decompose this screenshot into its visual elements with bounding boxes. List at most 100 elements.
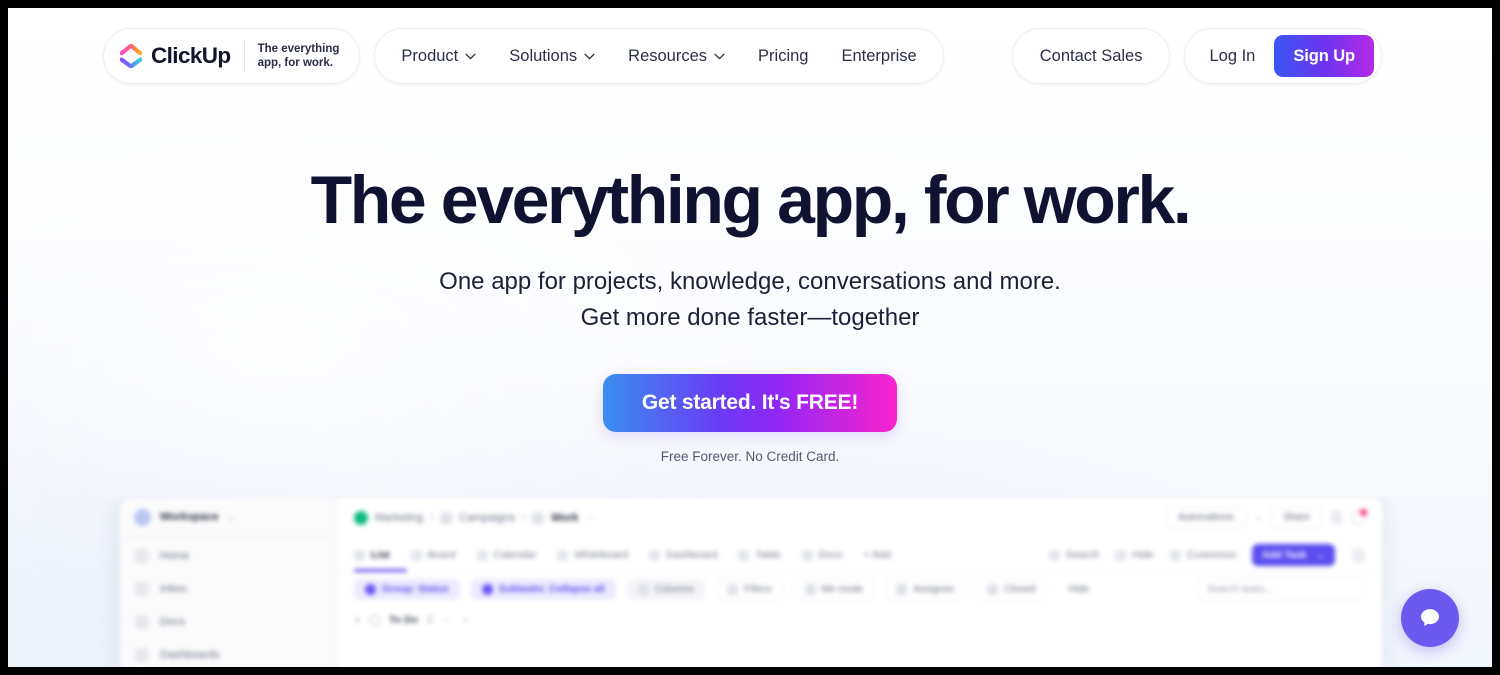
preview-sidebar-label: Docs — [160, 615, 186, 628]
preview-view-tabs: List Board Calendar Whiteboard Dashboard… — [338, 538, 1382, 572]
tab-docs[interactable]: Docs — [801, 549, 842, 561]
preview-sidebar-label: Inbox — [160, 582, 187, 595]
tab-board[interactable]: Board — [410, 549, 456, 561]
filter-closed[interactable]: Closed — [976, 578, 1047, 600]
share-label: Share — [1283, 512, 1310, 523]
preview-search-label: Search — [1065, 549, 1100, 561]
task-group-count: 2 — [426, 614, 433, 626]
hide-icon — [1115, 549, 1127, 561]
automations-button[interactable]: Automations — [1166, 507, 1246, 528]
contact-sales-button[interactable]: Contact Sales — [1011, 28, 1171, 84]
get-started-button[interactable]: Get started. It's FREE! — [602, 374, 898, 432]
filter-me-mode[interactable]: Me mode — [793, 578, 875, 600]
chevron-down-icon — [584, 53, 595, 59]
filter-me-mode-label: Me mode — [821, 583, 864, 595]
home-icon — [135, 548, 149, 563]
hero-cta-group: Get started. It's FREE! Free Forever. No… — [8, 374, 1492, 464]
task-group-more-icon[interactable]: ⋯ — [442, 614, 454, 626]
dashboards-icon — [135, 647, 149, 662]
chat-widget-button[interactable] — [1401, 589, 1459, 647]
tab-board-label: Board — [427, 549, 456, 561]
tab-add-view[interactable]: + Add — [863, 549, 890, 561]
logo-tagline-line2: app, for work. — [257, 57, 333, 69]
more-options-icon[interactable] — [1331, 511, 1342, 524]
filter-filters[interactable]: Filters — [716, 578, 783, 600]
log-in-link[interactable]: Log In — [1209, 47, 1255, 66]
tab-whiteboard[interactable]: Whiteboard — [557, 549, 628, 561]
preview-hide-button[interactable]: Hide — [1115, 549, 1154, 561]
primary-nav: Product Solutions Resources Pricing Ente… — [374, 28, 944, 84]
tab-dashboard[interactable]: Dashboard — [649, 549, 717, 561]
subtasks-icon — [481, 583, 493, 595]
breadcrumb-item-marketing[interactable]: Marketing — [375, 512, 423, 524]
docs-view-icon — [801, 549, 813, 561]
filter-assignee[interactable]: Assignee — [885, 578, 966, 600]
search-tasks-input[interactable]: Search tasks... — [1196, 578, 1366, 600]
sign-up-button[interactable]: Sign Up — [1274, 35, 1374, 77]
tab-table-label: Table — [755, 549, 781, 561]
breadcrumb-more-icon[interactable]: ⋯ — [585, 511, 596, 524]
preview-customize-button[interactable]: Customize — [1169, 549, 1236, 561]
filter-columns[interactable]: Columns — [626, 578, 706, 600]
breadcrumb-item-campaigns[interactable]: Campaigns — [459, 512, 515, 524]
preview-workspace-switcher[interactable]: Workspace ⌄ — [120, 497, 337, 538]
tab-list-label: List — [371, 549, 390, 561]
cta-disclaimer: Free Forever. No Credit Card. — [660, 449, 840, 464]
preview-sidebar-item-home[interactable]: Home — [120, 540, 337, 571]
inbox-icon — [135, 581, 149, 596]
logo-tagline: The everything app, for work. — [258, 42, 340, 70]
preview-sidebar-item-dashboards[interactable]: Dashboards — [120, 639, 337, 667]
tab-calendar[interactable]: Calendar — [476, 549, 537, 561]
nav-item-enterprise[interactable]: Enterprise — [841, 47, 916, 66]
columns-icon — [637, 583, 649, 595]
whiteboard-view-icon — [557, 549, 569, 561]
breadcrumb-item-work[interactable]: Work — [551, 512, 578, 524]
expand-arrow-icon[interactable] — [356, 617, 360, 623]
filter-columns-label: Columns — [654, 583, 695, 595]
task-group-add-icon[interactable]: + — [462, 614, 468, 626]
logo-home-link[interactable]: ClickUp The everything app, for work. — [103, 28, 361, 84]
preview-sidebar-item-docs[interactable]: Docs — [120, 606, 337, 637]
hero-subheading-line1: One app for projects, knowledge, convers… — [439, 268, 1061, 295]
nav-item-solutions[interactable]: Solutions — [509, 47, 595, 66]
nav-actions: Contact Sales Log In Sign Up — [1011, 28, 1382, 84]
filter-group-status-label: Group: Status — [382, 583, 449, 595]
share-button[interactable]: Share — [1271, 507, 1322, 528]
chevron-down-icon[interactable]: ⌄ — [1255, 512, 1263, 523]
nav-item-pricing[interactable]: Pricing — [758, 47, 808, 66]
list-icon — [532, 511, 545, 524]
app-preview-clip: Workspace ⌄ Home Inbox Docs Dashboards M… — [8, 497, 1492, 667]
tab-list[interactable]: List — [354, 549, 390, 561]
filter-assignee-label: Assignee — [913, 583, 955, 595]
breadcrumb: Marketing / Campaigns / Work ⋯ Automatio… — [338, 497, 1382, 538]
tab-table[interactable]: Table — [738, 549, 781, 561]
workspace-avatar — [134, 508, 151, 526]
filter-hide[interactable]: Hide — [1058, 579, 1101, 600]
contact-sales-label: Contact Sales — [1039, 46, 1143, 65]
workspace-label: Workspace — [160, 511, 219, 523]
table-view-icon — [738, 549, 750, 561]
notifications-bell-icon[interactable] — [1351, 509, 1367, 525]
preview-more-icon[interactable] — [1351, 547, 1366, 563]
preview-tab-actions: Search Hide Customize Add Task ⌄ — [1048, 544, 1366, 566]
filter-subtasks[interactable]: Subtasks: Collapse all — [470, 578, 616, 600]
add-task-button[interactable]: Add Task ⌄ — [1252, 544, 1335, 566]
breadcrumb-separator: / — [430, 511, 434, 524]
filter-group-status[interactable]: Group: Status — [354, 578, 460, 600]
preview-sidebar-item-inbox[interactable]: Inbox — [120, 573, 337, 604]
preview-search-button[interactable]: Search — [1048, 549, 1100, 561]
nav-item-product[interactable]: Product — [401, 47, 476, 66]
space-avatar-icon — [354, 510, 368, 525]
task-group-name: To Do — [389, 614, 418, 626]
nav-item-resources[interactable]: Resources — [628, 47, 725, 66]
chevron-down-icon — [465, 53, 476, 59]
search-icon — [1048, 549, 1060, 561]
tab-dashboard-label: Dashboard — [666, 549, 718, 561]
filter-hide-label: Hide — [1068, 583, 1090, 595]
tab-calendar-label: Calendar — [493, 549, 537, 561]
add-task-label: Add Task — [1262, 549, 1307, 561]
filter-subtasks-label: Subtasks: Collapse all — [498, 583, 605, 595]
top-navigation-bar: ClickUp The everything app, for work. Pr… — [8, 8, 1492, 104]
calendar-view-icon — [476, 549, 488, 561]
logo-divider — [243, 41, 245, 71]
